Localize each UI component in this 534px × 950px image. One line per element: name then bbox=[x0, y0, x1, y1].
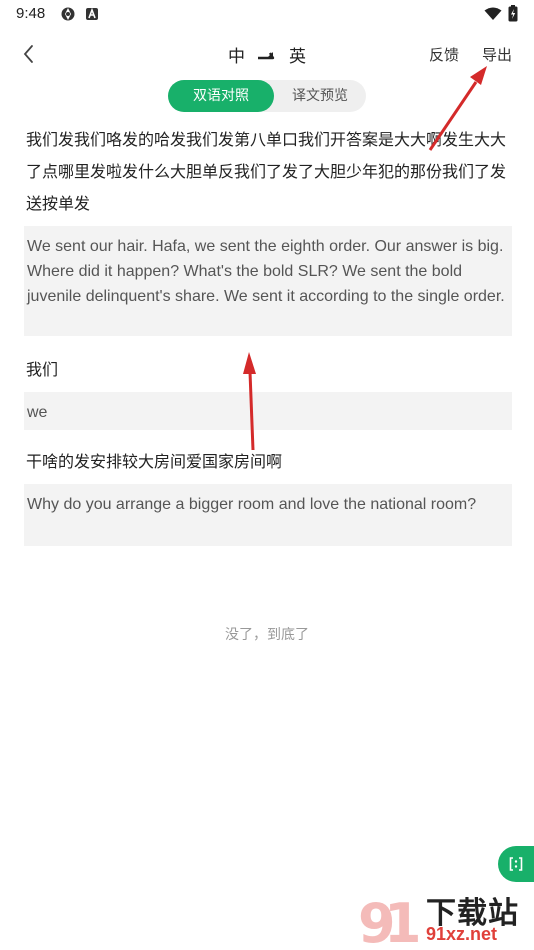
list-item: 干啥的发安排较大房间爱国家房间啊 Why do you arrange a bi… bbox=[24, 446, 512, 546]
wifi-icon bbox=[484, 7, 502, 20]
list-item: 我们发我们咯发的哈发我们发第八单口我们开答案是大大啊发生大大了点哪里发啦发什么大… bbox=[24, 124, 512, 336]
source-text: 干啥的发安排较大房间爱国家房间啊 bbox=[26, 452, 283, 471]
watermark-logo: 9 1 下载站 91xz.net bbox=[354, 886, 534, 950]
bracket-dots-icon bbox=[509, 857, 523, 871]
view-mode-tabs: 双语对照 译文预览 bbox=[168, 80, 366, 112]
status-bar: 9:48 bbox=[0, 0, 534, 28]
settings-gear-icon bbox=[61, 7, 75, 21]
translation-text[interactable]: Why do you arrange a bigger room and lov… bbox=[24, 484, 512, 546]
source-text: 我们发我们咯发的哈发我们发第八单口我们开答案是大大啊发生大大了点哪里发啦发什么大… bbox=[26, 130, 507, 213]
tab-bilingual[interactable]: 双语对照 bbox=[168, 80, 274, 112]
watermark-domain: 91xz.net bbox=[426, 924, 498, 944]
battery-icon bbox=[508, 5, 518, 22]
translation-text[interactable]: We sent our hair. Hafa, we sent the eigh… bbox=[24, 226, 512, 336]
source-text: 我们 bbox=[26, 360, 59, 379]
export-button[interactable]: 导出 bbox=[482, 44, 512, 65]
app-a-icon bbox=[86, 7, 98, 20]
tab-translation-preview[interactable]: 译文预览 bbox=[274, 80, 366, 112]
svg-text:1: 1 bbox=[384, 892, 422, 950]
end-of-list-text: 没了，到底了 bbox=[225, 627, 309, 643]
list-item: 我们 we bbox=[24, 354, 512, 430]
floating-action-button[interactable] bbox=[498, 846, 534, 882]
arrow-swap-icon bbox=[258, 51, 275, 59]
status-right-group bbox=[484, 5, 518, 22]
translation-list: 我们发我们咯发的哈发我们发第八单口我们开答案是大大啊发生大大了点哪里发啦发什么大… bbox=[24, 124, 512, 562]
source-language: 中 bbox=[228, 47, 245, 67]
target-language: 英 bbox=[289, 47, 306, 67]
feedback-button[interactable]: 反馈 bbox=[429, 44, 459, 65]
translation-text[interactable]: we bbox=[24, 392, 512, 430]
status-time: 9:48 bbox=[16, 5, 46, 22]
app-header: 中 英 反馈 导出 bbox=[0, 36, 534, 72]
back-arrow-icon[interactable] bbox=[16, 40, 44, 68]
language-switch[interactable]: 中 英 bbox=[228, 42, 306, 67]
